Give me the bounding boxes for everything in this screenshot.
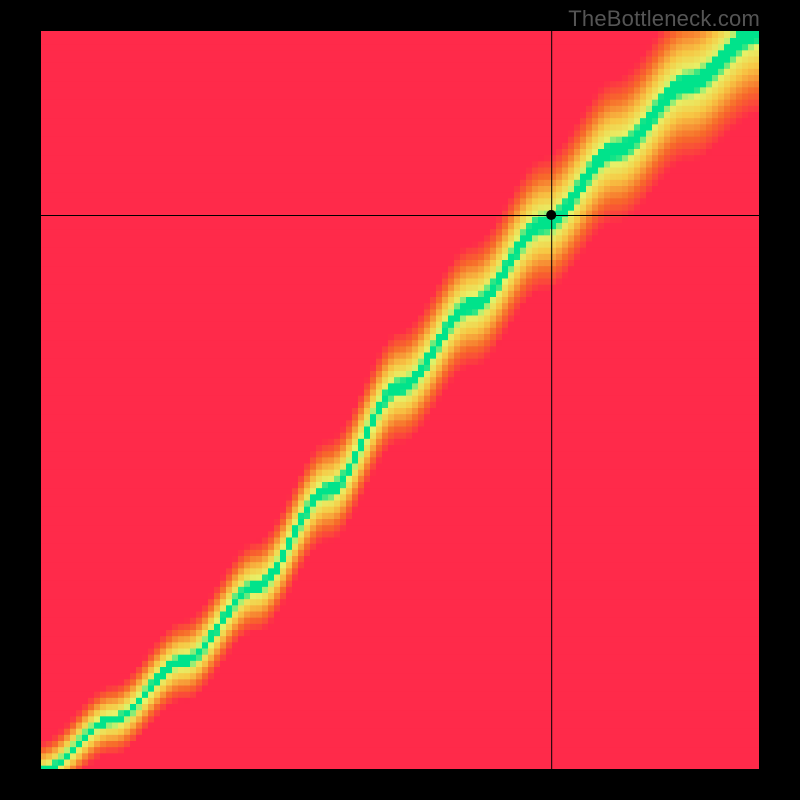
watermark-text: TheBottleneck.com [568, 6, 760, 32]
bottleneck-heatmap [40, 30, 760, 770]
chart-frame: TheBottleneck.com [0, 0, 800, 800]
plot-area [40, 30, 760, 770]
